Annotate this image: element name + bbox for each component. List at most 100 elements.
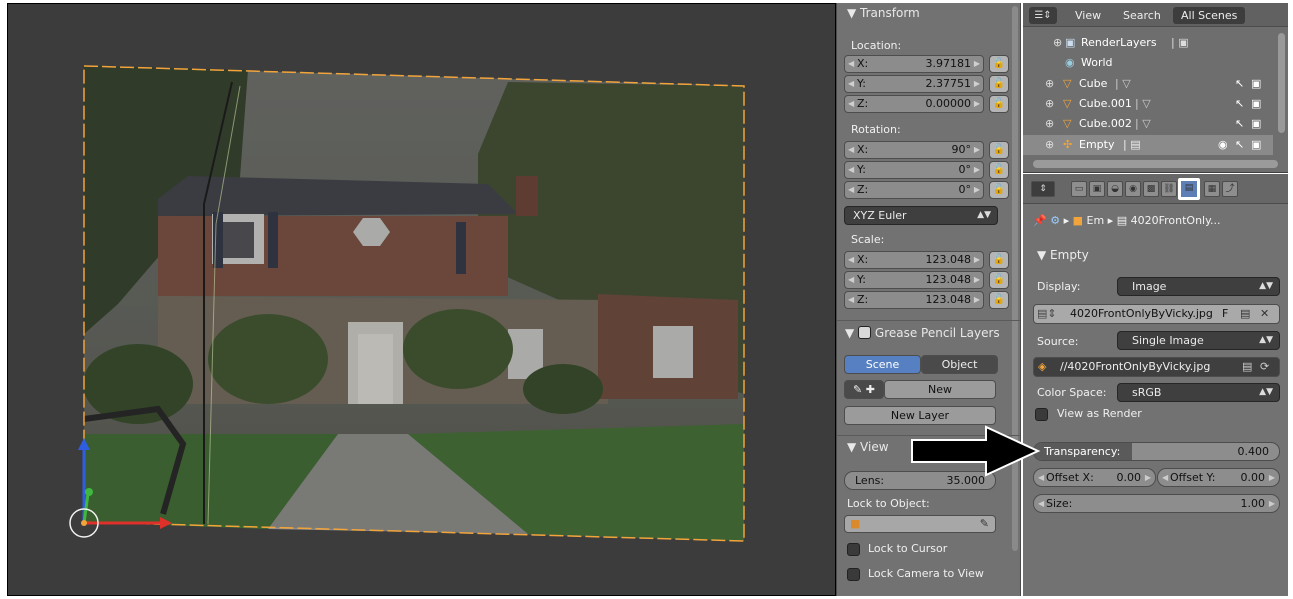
lock-icon[interactable]: 🔓 [989,271,1009,289]
expand-icon[interactable]: ⊕ [1045,114,1054,134]
expand-icon[interactable]: ⊕ [1045,94,1054,114]
render-icon[interactable]: ▣ [1251,94,1261,114]
rotation-x-field[interactable]: ◀ X: 90° ▶ [844,141,984,159]
lock-to-cursor-label: Lock to Cursor [868,542,948,555]
reference-image-plane[interactable] [83,65,745,542]
lock-to-cursor-checkbox[interactable] [847,543,860,556]
image-browse-icon[interactable]: ▤⇕ [1037,306,1057,322]
texture-tab-icon[interactable]: ▦ [1204,181,1220,197]
reload-icon[interactable]: ⟳ [1260,359,1269,375]
pencil-browse-button[interactable]: ✎ ✚ [844,380,884,399]
list-item[interactable]: ⊕ ▽ Cube.002 | ▽ ↖ ▣ [1023,114,1273,134]
renderlayers-tab-icon[interactable]: ▣ [1089,181,1105,197]
image-datablock-field[interactable]: ▤⇕ 4020FrontOnlyByVicky.jpg F ▤ ✕ [1033,304,1280,324]
tab-object[interactable]: Object [921,355,998,374]
transparency-slider[interactable]: Transparency: 0.400 [1033,442,1280,461]
image-data-icon: | ▤ [1123,138,1141,151]
location-label: Location: [851,39,902,52]
eyedropper-icon[interactable]: ✎ [980,516,989,532]
outliner-tab-search[interactable]: Search [1115,7,1169,24]
rotation-label: Rotation: [851,123,901,136]
object-data-tab-icon[interactable]: ▤ [1178,178,1200,200]
tab-scene[interactable]: Scene [844,355,921,374]
lock-object-field[interactable]: ■ ✎ [844,515,996,533]
location-z-field[interactable]: ◀ Z: 0.00000 ▶ [844,95,984,113]
lock-icon[interactable]: 🔓 [989,95,1009,113]
empty-panel-header[interactable]: ▼ Empty [1037,248,1089,262]
pin-icon[interactable]: 📌 [1033,214,1047,227]
view-as-render-label: View as Render [1057,407,1142,420]
list-item[interactable]: ⊕ ▣ RenderLayers | ▣ [1023,33,1273,53]
fake-user-button[interactable]: F [1222,306,1228,322]
filepath-field[interactable]: ◈ //4020FrontOnlyByVicky.jpg ▤ ⟳ [1033,357,1280,377]
render-icon[interactable]: ▣ [1251,135,1261,155]
object-tab-icon[interactable]: ▩ [1143,181,1159,197]
grease-pencil-checkbox[interactable] [858,326,872,339]
close-icon[interactable]: ✕ [1260,306,1269,322]
3d-viewport[interactable] [7,3,836,596]
size-field[interactable]: ◀ Size: 1.00 ▶ [1033,494,1280,513]
lock-icon[interactable]: 🔓 [989,141,1009,159]
rotation-y-field[interactable]: ◀ Y: 0° ▶ [844,161,984,179]
scene-tab-icon[interactable]: ◒ [1107,181,1123,197]
constraints-tab-icon[interactable]: ⛓ [1161,181,1177,197]
open-folder-icon[interactable]: ▤ [1240,306,1250,322]
cursor-select-icon[interactable]: ↖ [1235,114,1244,134]
eye-icon[interactable]: ◉ [1218,135,1228,155]
editor-type-icon[interactable]: ☰⇕ [1029,7,1057,24]
expand-icon[interactable]: ⊕ [1045,135,1054,155]
physics-tab-icon[interactable]: ⤴ [1222,181,1238,197]
offset-y-field[interactable]: ◀ Offset Y: 0.00 ▶ [1157,468,1280,487]
display-dropdown[interactable]: Image ▲▼ [1117,277,1280,296]
view-as-render-checkbox[interactable] [1035,408,1048,421]
world-tab-icon[interactable]: ◉ [1125,181,1141,197]
render-icon[interactable]: ▣ [1251,114,1261,134]
mesh-icon: ▽ [1063,97,1072,110]
offset-x-field[interactable]: ◀ Offset X: 0.00 ▶ [1033,468,1156,487]
properties-tabs: ⇕ ▭ ▣ ◒ ◉ ▩ ⛓ ▤ ▦ ⤴ [1023,174,1288,204]
new-button[interactable]: New [884,380,996,399]
outliner-tab-all-scenes[interactable]: All Scenes [1173,7,1246,24]
outliner-tab-view[interactable]: View [1067,7,1109,24]
list-item-selected[interactable]: ⊕ ✣ Empty | ▤ ◉ ↖ ▣ [1023,135,1273,155]
lock-icon[interactable]: 🔓 [989,251,1009,269]
lock-icon[interactable]: 🔓 [989,291,1009,309]
outliner-horizontal-scrollbar[interactable] [1033,160,1278,168]
transform-header[interactable]: ▼ Transform [837,3,920,23]
lock-icon[interactable]: 🔓 [989,75,1009,93]
cursor-select-icon[interactable]: ↖ [1235,74,1244,94]
list-item[interactable]: ⊕ ▽ Cube | ▽ ↖ ▣ [1023,74,1273,94]
cursor-select-icon[interactable]: ↖ [1235,135,1244,155]
grease-pencil-header[interactable]: ▼ Grease Pencil Layers [837,323,1000,343]
location-x-field[interactable]: ◀ X: 3.97181 ▶ [844,55,984,73]
color-space-dropdown[interactable]: sRGB ▲▼ [1117,383,1280,402]
scale-z-field[interactable]: ◀ Z: 123.048 ▶ [844,291,984,309]
lock-icon[interactable]: 🔓 [989,181,1009,199]
render-tab-icon[interactable]: ▭ [1071,181,1087,197]
viewport-canvas[interactable] [8,4,836,596]
open-file-icon[interactable]: ▤ [1242,359,1252,375]
annotation-arrow-icon [911,425,1041,477]
collapse-arrow-icon: ▼ [845,326,855,340]
editor-type-icon[interactable]: ⇕ [1031,181,1055,197]
outliner-scrollbar[interactable] [1278,33,1285,133]
renderlayer-data-icon: | ▣ [1171,36,1189,49]
source-dropdown[interactable]: Single Image ▲▼ [1117,331,1280,350]
render-icon[interactable]: ▣ [1251,74,1261,94]
mesh-icon: ▽ [1063,117,1072,130]
scale-y-field[interactable]: ◀ Y: 123.048 ▶ [844,271,984,289]
list-item[interactable]: ◉ World [1023,53,1273,73]
cursor-select-icon[interactable]: ↖ [1235,94,1244,114]
rotation-mode-dropdown[interactable]: XYZ Euler ▲▼ [844,206,998,225]
expand-icon[interactable]: ⊕ [1045,74,1054,94]
new-layer-button[interactable]: New Layer [844,406,996,425]
lock-camera-checkbox[interactable] [847,568,860,581]
scale-x-field[interactable]: ◀ X: 123.048 ▶ [844,251,984,269]
location-y-field[interactable]: ◀ Y: 2.37751 ▶ [844,75,984,93]
view-header[interactable]: ▼ View [837,437,889,457]
lock-icon[interactable]: 🔓 [989,55,1009,73]
expand-icon[interactable]: ⊕ [1053,33,1062,53]
rotation-z-field[interactable]: ◀ Z: 0° ▶ [844,181,984,199]
list-item[interactable]: ⊕ ▽ Cube.001 | ▽ ↖ ▣ [1023,94,1273,114]
lock-icon[interactable]: 🔓 [989,161,1009,179]
